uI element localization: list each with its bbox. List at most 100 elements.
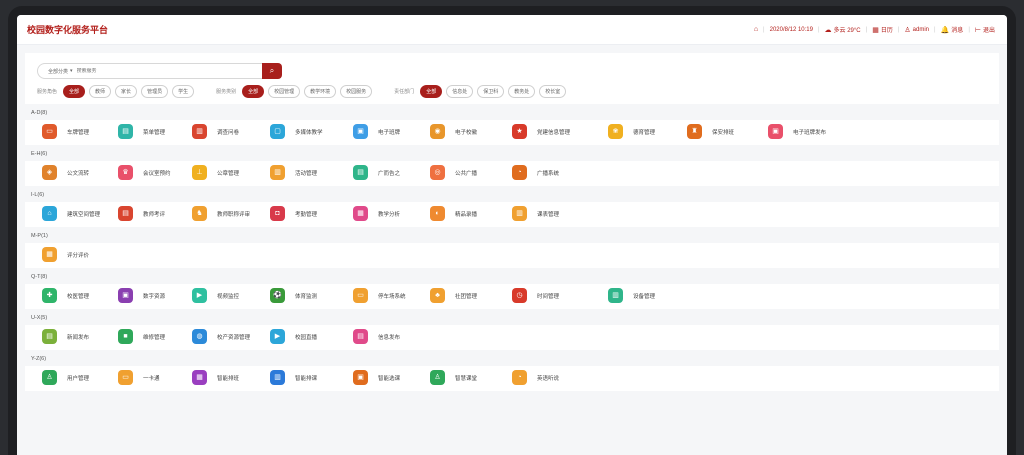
service-item[interactable]: ▥ 课表管理 xyxy=(512,206,559,221)
search-bar: 全部分类 ▾ ⌕ xyxy=(37,63,987,79)
service-label: 智能排课 xyxy=(295,375,318,382)
service-icon: ⚽ xyxy=(270,288,285,303)
service-item[interactable]: ▥ 智能排课 xyxy=(270,370,317,385)
service-item[interactable]: ◎ 公共广播 xyxy=(430,165,477,180)
search-scope-select[interactable]: 全部分类 xyxy=(48,68,68,75)
service-item[interactable]: ▦ 评分评价 xyxy=(42,247,89,262)
service-item[interactable]: ▢ 多媒体教学 xyxy=(270,124,323,139)
filter-chip[interactable]: 校园管理 xyxy=(268,85,301,98)
service-item[interactable]: ♛ 会议室预约 xyxy=(118,165,171,180)
service-item[interactable]: ▶ 视频监控 xyxy=(192,288,239,303)
service-item[interactable]: ◈ 公文流转 xyxy=(42,165,89,180)
service-item[interactable]: ▤ 新闻发布 xyxy=(42,329,89,344)
search-icon: ⌕ xyxy=(269,66,275,75)
filter-chip[interactable]: 信息处 xyxy=(446,85,474,98)
service-label: 多媒体教学 xyxy=(295,129,323,136)
service-item[interactable]: ▥ 设备管理 xyxy=(608,288,655,303)
service-icon: ▣ xyxy=(353,370,368,385)
service-icon: ❀ xyxy=(608,124,623,139)
service-item[interactable]: ♙ 用户管理 xyxy=(42,370,89,385)
service-item[interactable]: ♙ 智慧课堂 xyxy=(430,370,477,385)
service-item[interactable]: ▤ 菜单管理 xyxy=(118,124,165,139)
search-input[interactable] xyxy=(76,68,217,74)
service-item[interactable]: ◷ 时间管理 xyxy=(512,288,559,303)
service-label: 广播系统 xyxy=(537,170,560,177)
filter-chip[interactable]: 全部 xyxy=(242,85,265,98)
topbar-item-5[interactable]: 🔔 消息 xyxy=(941,25,964,35)
topbar-item-4[interactable]: ♙ admin xyxy=(904,26,929,34)
service-item[interactable]: ♜ 保安排班 xyxy=(687,124,734,139)
filter-chip[interactable]: 全部 xyxy=(420,85,443,98)
service-item[interactable]: ◔ 英语听说 xyxy=(512,370,559,385)
service-icon: ♙ xyxy=(430,370,445,385)
topbar-item-2[interactable]: ☁ 多云 29°C xyxy=(825,25,861,35)
filter-chip[interactable]: 教务处 xyxy=(508,85,536,98)
search-button[interactable]: ⌕ xyxy=(262,63,282,79)
service-icon: ▥ xyxy=(512,206,527,221)
service-icon: ◈ xyxy=(42,165,57,180)
filter-chip[interactable]: 学生 xyxy=(172,85,195,98)
service-label: 信息发布 xyxy=(378,334,401,341)
service-item[interactable]: ▤ 教师考评 xyxy=(118,206,165,221)
topbar-item-0[interactable]: ⌂ xyxy=(754,26,758,33)
service-item[interactable]: ⊥ 公章管理 xyxy=(192,165,239,180)
topbar-item-6[interactable]: ⊢ 退出 xyxy=(975,25,995,35)
service-item[interactable]: ▦ 教学分析 xyxy=(353,206,400,221)
service-icon: ▤ xyxy=(353,329,368,344)
service-item[interactable]: ◘ 考勤管理 xyxy=(270,206,317,221)
service-item[interactable]: ▣ 智能选课 xyxy=(353,370,400,385)
service-item[interactable]: ▥ 调查问卷 xyxy=(192,124,239,139)
service-item[interactable]: ♣ 社团管理 xyxy=(430,288,477,303)
service-label: 电子校徽 xyxy=(455,129,478,136)
service-item[interactable]: ✚ 校医管理 xyxy=(42,288,89,303)
service-item[interactable]: ♞ 教师职称评审 xyxy=(192,206,250,221)
filter-chip[interactable]: 全部 xyxy=(63,85,86,98)
filter-chip[interactable]: 教师 xyxy=(89,85,112,98)
service-item[interactable]: ◉ 电子校徽 xyxy=(430,124,477,139)
service-item[interactable]: ▭ 停车场系统 xyxy=(353,288,406,303)
service-item[interactable]: ▦ 智能排班 xyxy=(192,370,239,385)
filter-chip[interactable]: 教学环境 xyxy=(304,85,337,98)
service-item[interactable]: ◔ 广播系统 xyxy=(512,165,559,180)
service-item[interactable]: ▤ 广而告之 xyxy=(353,165,400,180)
service-icon: ◉ xyxy=(430,124,445,139)
service-label: 公文流转 xyxy=(67,170,90,177)
topbar-item-3[interactable]: ▦ 日历 xyxy=(872,25,893,35)
filter-chip[interactable]: 校长室 xyxy=(539,85,567,98)
service-icon: ▤ xyxy=(118,124,133,139)
service-item[interactable]: ★ 党建信息管理 xyxy=(512,124,570,139)
service-item[interactable]: ▭ 一卡通 xyxy=(118,370,160,385)
search-field[interactable]: 全部分类 ▾ xyxy=(37,63,262,79)
filter-chip[interactable]: 校园服务 xyxy=(340,85,373,98)
filter-group: 服务角色 全部 教师 家长 管理员 学生 xyxy=(37,85,195,98)
device-frame: 校园数字化服务平台 ⌂ | 2020/8/12 10:19 | ☁ 多云 29°C | ▦ 日历… xyxy=(8,6,1016,455)
filter-row: 服务角色 全部 教师 家长 管理员 学生 服务类别 全部 校园管理 教学环境 校园服务 责任部门 全部信… xyxy=(37,85,987,98)
separator: | xyxy=(865,26,868,33)
service-label: 课表管理 xyxy=(537,211,560,218)
service-item[interactable]: ▣ 电子班牌 xyxy=(353,124,400,139)
service-sections: A-D(8) ▭ 车牌管理 ▤ 菜单管理 ▥ 调查问卷 ▢ 多媒体教学 ▣ 电子班牌 ◉ 电子校徽 ★ 党建… xyxy=(17,110,1007,391)
filter-chip[interactable]: 保卫科 xyxy=(477,85,505,98)
service-item[interactable]: ◐ 精品录播 xyxy=(430,206,477,221)
service-icon: ⌂ xyxy=(42,206,57,221)
service-item[interactable]: ⌂ 建筑空间管理 xyxy=(42,206,100,221)
service-item[interactable]: ❀ 德育管理 xyxy=(608,124,655,139)
service-label: 社团管理 xyxy=(455,293,478,300)
service-label: 电子班牌 xyxy=(378,129,401,136)
service-item[interactable]: ■ 维修管理 xyxy=(118,329,165,344)
service-item[interactable]: ▣ 电子班牌发布 xyxy=(768,124,826,139)
service-icon: ▥ xyxy=(270,165,285,180)
service-icon: ▭ xyxy=(353,288,368,303)
service-item[interactable]: ▭ 车牌管理 xyxy=(42,124,89,139)
filter-chip[interactable]: 家长 xyxy=(115,85,138,98)
section-title: Q-T(8) xyxy=(31,274,48,280)
service-item[interactable]: ▶ 校园直播 xyxy=(270,329,317,344)
filter-label: 服务角色 xyxy=(37,89,58,95)
service-item[interactable]: ▤ 信息发布 xyxy=(353,329,400,344)
service-item[interactable]: ◍ 校产资源管理 xyxy=(192,329,250,344)
service-item[interactable]: ⚽ 体育监测 xyxy=(270,288,317,303)
service-item[interactable]: ▥ 活动管理 xyxy=(270,165,317,180)
filter-chip[interactable]: 管理员 xyxy=(141,85,169,98)
service-item[interactable]: ▣ 数字资源 xyxy=(118,288,165,303)
service-icon: ♞ xyxy=(192,206,207,221)
